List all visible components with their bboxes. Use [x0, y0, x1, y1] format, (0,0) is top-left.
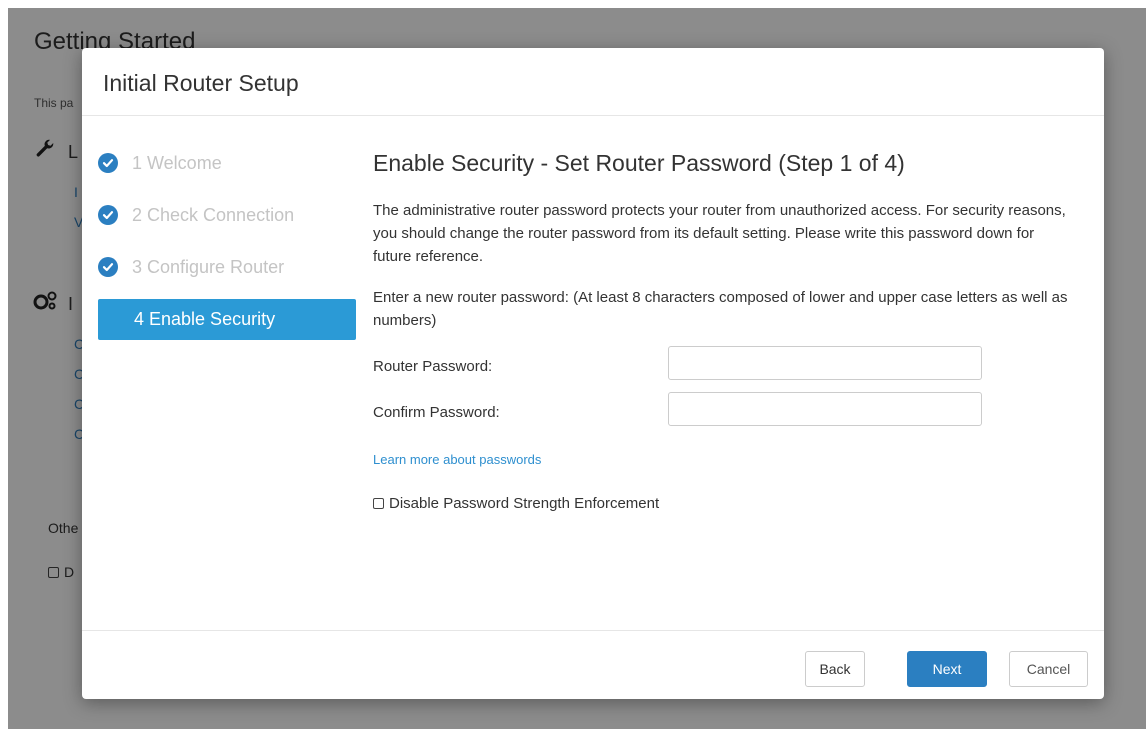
disable-enforcement-checkbox[interactable]	[373, 498, 384, 509]
disable-enforcement-label: Disable Password Strength Enforcement	[389, 495, 660, 512]
confirm-password-input[interactable]	[668, 392, 982, 426]
setup-modal: Initial Router Setup 1 Welcome 2 Check C…	[82, 48, 1104, 699]
modal-title: Initial Router Setup	[103, 70, 299, 96]
learn-more-link[interactable]: Learn more about passwords	[373, 452, 541, 467]
step-welcome[interactable]: 1 Welcome	[98, 143, 356, 183]
confirm-password-label: Confirm Password:	[373, 404, 500, 421]
router-password-input[interactable]	[668, 346, 982, 380]
requirement-text: Enter a new router password: (At least 8…	[373, 289, 1068, 329]
intro-text: The administrative router password prote…	[373, 202, 1066, 265]
disable-enforcement-row[interactable]: Disable Password Strength Enforcement	[373, 495, 1073, 512]
check-circle-icon	[98, 205, 118, 225]
confirm-password-row: Confirm Password:	[373, 392, 1073, 438]
step-label: 2 Check Connection	[132, 204, 295, 225]
step-label: 1 Welcome	[132, 152, 222, 173]
back-button[interactable]: Back	[805, 651, 865, 687]
wizard-steps: 1 Welcome 2 Check Connection 3 Configure…	[98, 143, 356, 352]
step-enable-security[interactable]: 4 Enable Security	[98, 299, 356, 340]
step-check-connection[interactable]: 2 Check Connection	[98, 195, 356, 235]
modal-header: Initial Router Setup	[82, 48, 1104, 116]
next-button[interactable]: Next	[907, 651, 987, 687]
router-password-label: Router Password:	[373, 358, 493, 375]
modal-footer: Back Next Cancel	[82, 630, 1104, 699]
step-label: 4 Enable Security	[134, 309, 276, 329]
router-password-row: Router Password:	[373, 346, 1073, 392]
cancel-button[interactable]: Cancel	[1009, 651, 1088, 687]
step-label: 3 Configure Router	[132, 256, 285, 277]
step-content: Enable Security - Set Router Password (S…	[373, 150, 1073, 512]
check-circle-icon	[98, 257, 118, 277]
step-heading: Enable Security - Set Router Password (S…	[373, 150, 905, 176]
step-configure-router[interactable]: 3 Configure Router	[98, 247, 356, 287]
check-circle-icon	[98, 153, 118, 173]
